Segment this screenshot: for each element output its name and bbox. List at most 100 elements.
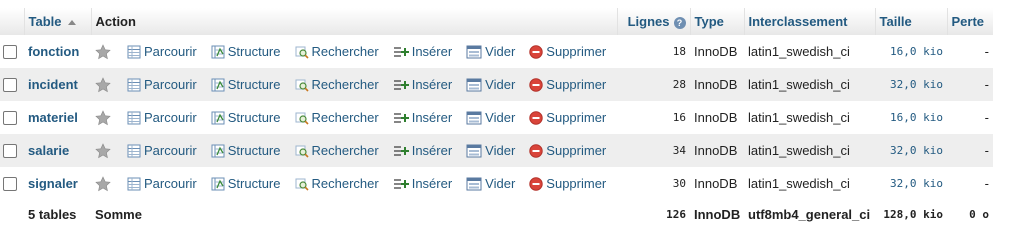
browse-label[interactable]: Parcourir [144,176,197,191]
browse-label[interactable]: Parcourir [144,110,197,125]
browse-icon [127,45,141,58]
header-table[interactable]: Table [24,8,92,35]
table-name-link[interactable]: signaler [28,176,78,191]
drop-icon [529,44,543,59]
insert-action[interactable]: Insérer [393,110,452,125]
browse-label[interactable]: Parcourir [144,143,197,158]
structure-label[interactable]: Structure [228,44,281,59]
search-label[interactable]: Rechercher [312,77,379,92]
row-checkbox[interactable] [3,144,17,159]
header-collation[interactable]: Interclassement [744,8,876,35]
drop-label[interactable]: Supprimer [546,77,606,92]
drop-action[interactable]: Supprimer [529,77,606,92]
header-overhead[interactable]: Perte [947,8,993,35]
header-size[interactable]: Taille [875,8,948,35]
empty-label[interactable]: Vider [485,77,515,92]
insert-label[interactable]: Insérer [412,176,452,191]
header-rows[interactable]: Lignes? [617,8,691,35]
empty-action[interactable]: Vider [466,176,515,191]
search-label[interactable]: Rechercher [312,110,379,125]
structure-action[interactable]: Structure [211,110,281,125]
row-checkbox[interactable] [3,177,17,192]
insert-label[interactable]: Insérer [412,44,452,59]
empty-label[interactable]: Vider [485,176,515,191]
browse-action[interactable]: Parcourir [127,176,197,191]
star-icon[interactable] [95,175,111,192]
structure-action[interactable]: Structure [211,77,281,92]
browse-action[interactable]: Parcourir [127,110,197,125]
search-action[interactable]: Rechercher [295,176,379,191]
row-size[interactable]: 32,0 kio [875,68,947,101]
header-collation-label[interactable]: Interclassement [749,14,848,29]
search-label[interactable]: Rechercher [312,143,379,158]
drop-action[interactable]: Supprimer [529,176,606,191]
structure-label[interactable]: Structure [228,143,281,158]
search-action[interactable]: Rechercher [295,143,379,158]
insert-action[interactable]: Insérer [393,77,452,92]
drop-label[interactable]: Supprimer [546,143,606,158]
row-size[interactable]: 16,0 kio [875,101,947,134]
structure-label[interactable]: Structure [228,110,281,125]
insert-icon [393,145,409,156]
insert-action[interactable]: Insérer [393,176,452,191]
structure-label[interactable]: Structure [228,77,281,92]
insert-label[interactable]: Insérer [412,110,452,125]
table-name-link[interactable]: salarie [28,143,69,158]
row-size[interactable]: 32,0 kio [875,167,947,200]
browse-action[interactable]: Parcourir [127,143,197,158]
empty-label[interactable]: Vider [485,110,515,125]
star-icon[interactable] [95,109,111,126]
search-icon [295,79,309,92]
browse-label[interactable]: Parcourir [144,44,197,59]
empty-label[interactable]: Vider [485,44,515,59]
browse-label[interactable]: Parcourir [144,77,197,92]
structure-action[interactable]: Structure [211,143,281,158]
empty-action[interactable]: Vider [466,143,515,158]
insert-label[interactable]: Insérer [412,77,452,92]
star-icon[interactable] [95,43,111,60]
table-name-link[interactable]: materiel [28,110,78,125]
browse-action[interactable]: Parcourir [127,77,197,92]
drop-label[interactable]: Supprimer [546,44,606,59]
row-size[interactable]: 32,0 kio [875,134,947,167]
search-action[interactable]: Rechercher [295,77,379,92]
empty-action[interactable]: Vider [466,44,515,59]
table-name-link[interactable]: fonction [28,44,79,59]
structure-action[interactable]: Structure [211,176,281,191]
header-rows-label[interactable]: Lignes [628,14,670,29]
search-action[interactable]: Rechercher [295,44,379,59]
insert-action[interactable]: Insérer [393,143,452,158]
structure-action[interactable]: Structure [211,44,281,59]
header-type[interactable]: Type [690,8,745,35]
insert-label[interactable]: Insérer [412,143,452,158]
row-checkbox[interactable] [3,45,17,60]
search-action[interactable]: Rechercher [295,110,379,125]
summary-type: InnoDB [690,200,744,228]
row-size[interactable]: 16,0 kio [875,35,947,68]
table-name-link[interactable]: incident [28,77,78,92]
browse-icon [127,111,141,124]
structure-label[interactable]: Structure [228,176,281,191]
row-checkbox[interactable] [3,78,17,93]
drop-action[interactable]: Supprimer [529,44,606,59]
search-label[interactable]: Rechercher [312,176,379,191]
star-icon[interactable] [95,142,111,159]
browse-action[interactable]: Parcourir [127,44,197,59]
header-table-label[interactable]: Table [29,14,62,29]
star-icon[interactable] [95,76,111,93]
header-overhead-label[interactable]: Perte [952,14,985,29]
header-size-label[interactable]: Taille [880,14,912,29]
empty-action[interactable]: Vider [466,110,515,125]
drop-label[interactable]: Supprimer [546,176,606,191]
empty-label[interactable]: Vider [485,143,515,158]
summary-collation: utf8mb4_general_ci [744,200,875,228]
empty-action[interactable]: Vider [466,77,515,92]
drop-action[interactable]: Supprimer [529,110,606,125]
row-checkbox[interactable] [3,111,17,126]
drop-label[interactable]: Supprimer [546,110,606,125]
drop-action[interactable]: Supprimer [529,143,606,158]
header-type-label[interactable]: Type [695,14,724,29]
insert-action[interactable]: Insérer [393,44,452,59]
help-icon[interactable]: ? [673,16,686,29]
search-label[interactable]: Rechercher [312,44,379,59]
